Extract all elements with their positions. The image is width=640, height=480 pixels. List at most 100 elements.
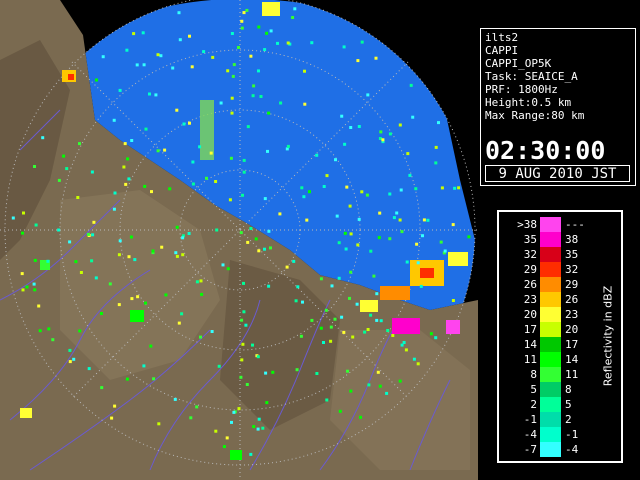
radar-map (0, 0, 478, 480)
station-name: ilts2 (485, 31, 519, 44)
echo-speckle (356, 59, 360, 63)
echo-speckle (127, 177, 131, 181)
echo-speckle (266, 149, 269, 153)
echo-speckle (124, 182, 128, 186)
echo-speckle (215, 228, 219, 232)
echo-speckle (360, 40, 364, 44)
echo-speckle (310, 41, 314, 45)
echo-speckle (168, 187, 172, 191)
echo-speckle (398, 379, 402, 383)
reflectivity-legend: >38 --- 35 38 32 35 29 32 26 29 23 26 20 23 17 20 14 17 11… (497, 210, 623, 463)
echo-speckle (333, 317, 337, 321)
legend-high-value: 17 (565, 338, 579, 351)
echo-speckle (264, 371, 268, 375)
echo-speckle (294, 299, 298, 303)
echo-speckle (230, 420, 233, 424)
echo-speckle (32, 282, 36, 286)
echo-speckle (411, 115, 415, 119)
echo-speckle (76, 196, 80, 199)
echo-speckle (391, 334, 395, 337)
legend-color-swatch (540, 307, 561, 322)
echo-speckle (335, 214, 339, 218)
echo-speckle (125, 377, 129, 381)
echo-speckle (408, 173, 412, 177)
echo-speckle (416, 261, 420, 265)
legend-low-value: 11 (523, 353, 537, 366)
echo-speckle (181, 253, 185, 257)
echo-speckle (240, 26, 244, 30)
legend-color-swatch (540, 427, 561, 442)
echo-speckle (191, 160, 195, 164)
echo-speckle (376, 370, 380, 374)
echo-speckle (174, 251, 178, 255)
legend-high-value: 14 (565, 353, 579, 366)
legend-high-value: 8 (565, 383, 572, 396)
echo-speckle (177, 321, 181, 325)
product-name: CAPPI_OP5K (485, 57, 552, 70)
echo-speckle (132, 32, 136, 36)
echo-speckle (78, 142, 81, 146)
echo-speckle (144, 301, 147, 305)
echo-speckle (133, 258, 137, 262)
echo-speckle (395, 211, 399, 215)
echo-speckle (319, 326, 323, 330)
echo-speckle (453, 186, 457, 190)
echo-speckle (357, 125, 361, 128)
legend-color-swatch (540, 412, 561, 427)
echo-speckle (398, 123, 402, 127)
legend-low-value: 14 (523, 338, 537, 351)
echo-speckle (135, 63, 139, 67)
echo-speckle (210, 330, 214, 333)
echo-speckle (68, 348, 72, 352)
echo-speckle (144, 127, 148, 131)
echo-speckle (377, 236, 381, 240)
echo-speckle (322, 341, 325, 344)
legend-high-value: -1 (565, 428, 579, 441)
echo-speckle (365, 193, 369, 197)
echo-speckle (379, 319, 383, 323)
echo-speckle (381, 138, 385, 142)
radar-map-view[interactable] (0, 0, 478, 480)
echo-speckle (269, 246, 272, 250)
echo-speckle (177, 11, 181, 15)
prf-label: PRF: 1800Hz (485, 83, 558, 96)
echo-speckle (340, 315, 344, 319)
echo-speckle (360, 190, 364, 194)
echo-speckle (299, 334, 303, 338)
legend-high-value: 5 (565, 398, 572, 411)
echo-speckle (340, 114, 344, 118)
echo-speckle (385, 391, 389, 395)
echo-speckle (189, 416, 193, 420)
legend-high-value: 32 (565, 263, 579, 276)
legend-color-swatch (540, 292, 561, 307)
echo-speckle (414, 187, 418, 191)
echo-speckle (164, 293, 168, 297)
echo-speckle (136, 295, 140, 299)
echo-speckle (292, 259, 296, 263)
echo-speckle (325, 174, 329, 178)
echo-speckle (154, 93, 158, 97)
echo-speckle (240, 19, 244, 23)
echo-speckle (222, 445, 226, 449)
echo-speckle (338, 409, 342, 413)
echo-speckle (334, 158, 337, 162)
echo-speckle (308, 190, 311, 194)
echo-speckle (426, 218, 430, 222)
echo-speckle (249, 227, 253, 230)
echo-speckle (303, 69, 306, 73)
echo-speckle (305, 218, 309, 222)
echo-speckle (112, 207, 116, 211)
echo-speckle (46, 259, 50, 263)
echo-speckle (419, 284, 423, 288)
echo-speckle (256, 355, 260, 359)
echo-speckle (62, 154, 66, 158)
legend-color-swatch (540, 442, 561, 457)
echo-speckle (342, 330, 346, 334)
echo-speckle (271, 370, 275, 374)
echo-speckle (252, 425, 256, 429)
legend-low-value: 5 (530, 383, 537, 396)
legend-high-value: 20 (565, 323, 579, 336)
echo-speckle (303, 102, 307, 106)
echo-speckle (343, 231, 347, 235)
legend-high-value: 11 (565, 368, 579, 381)
